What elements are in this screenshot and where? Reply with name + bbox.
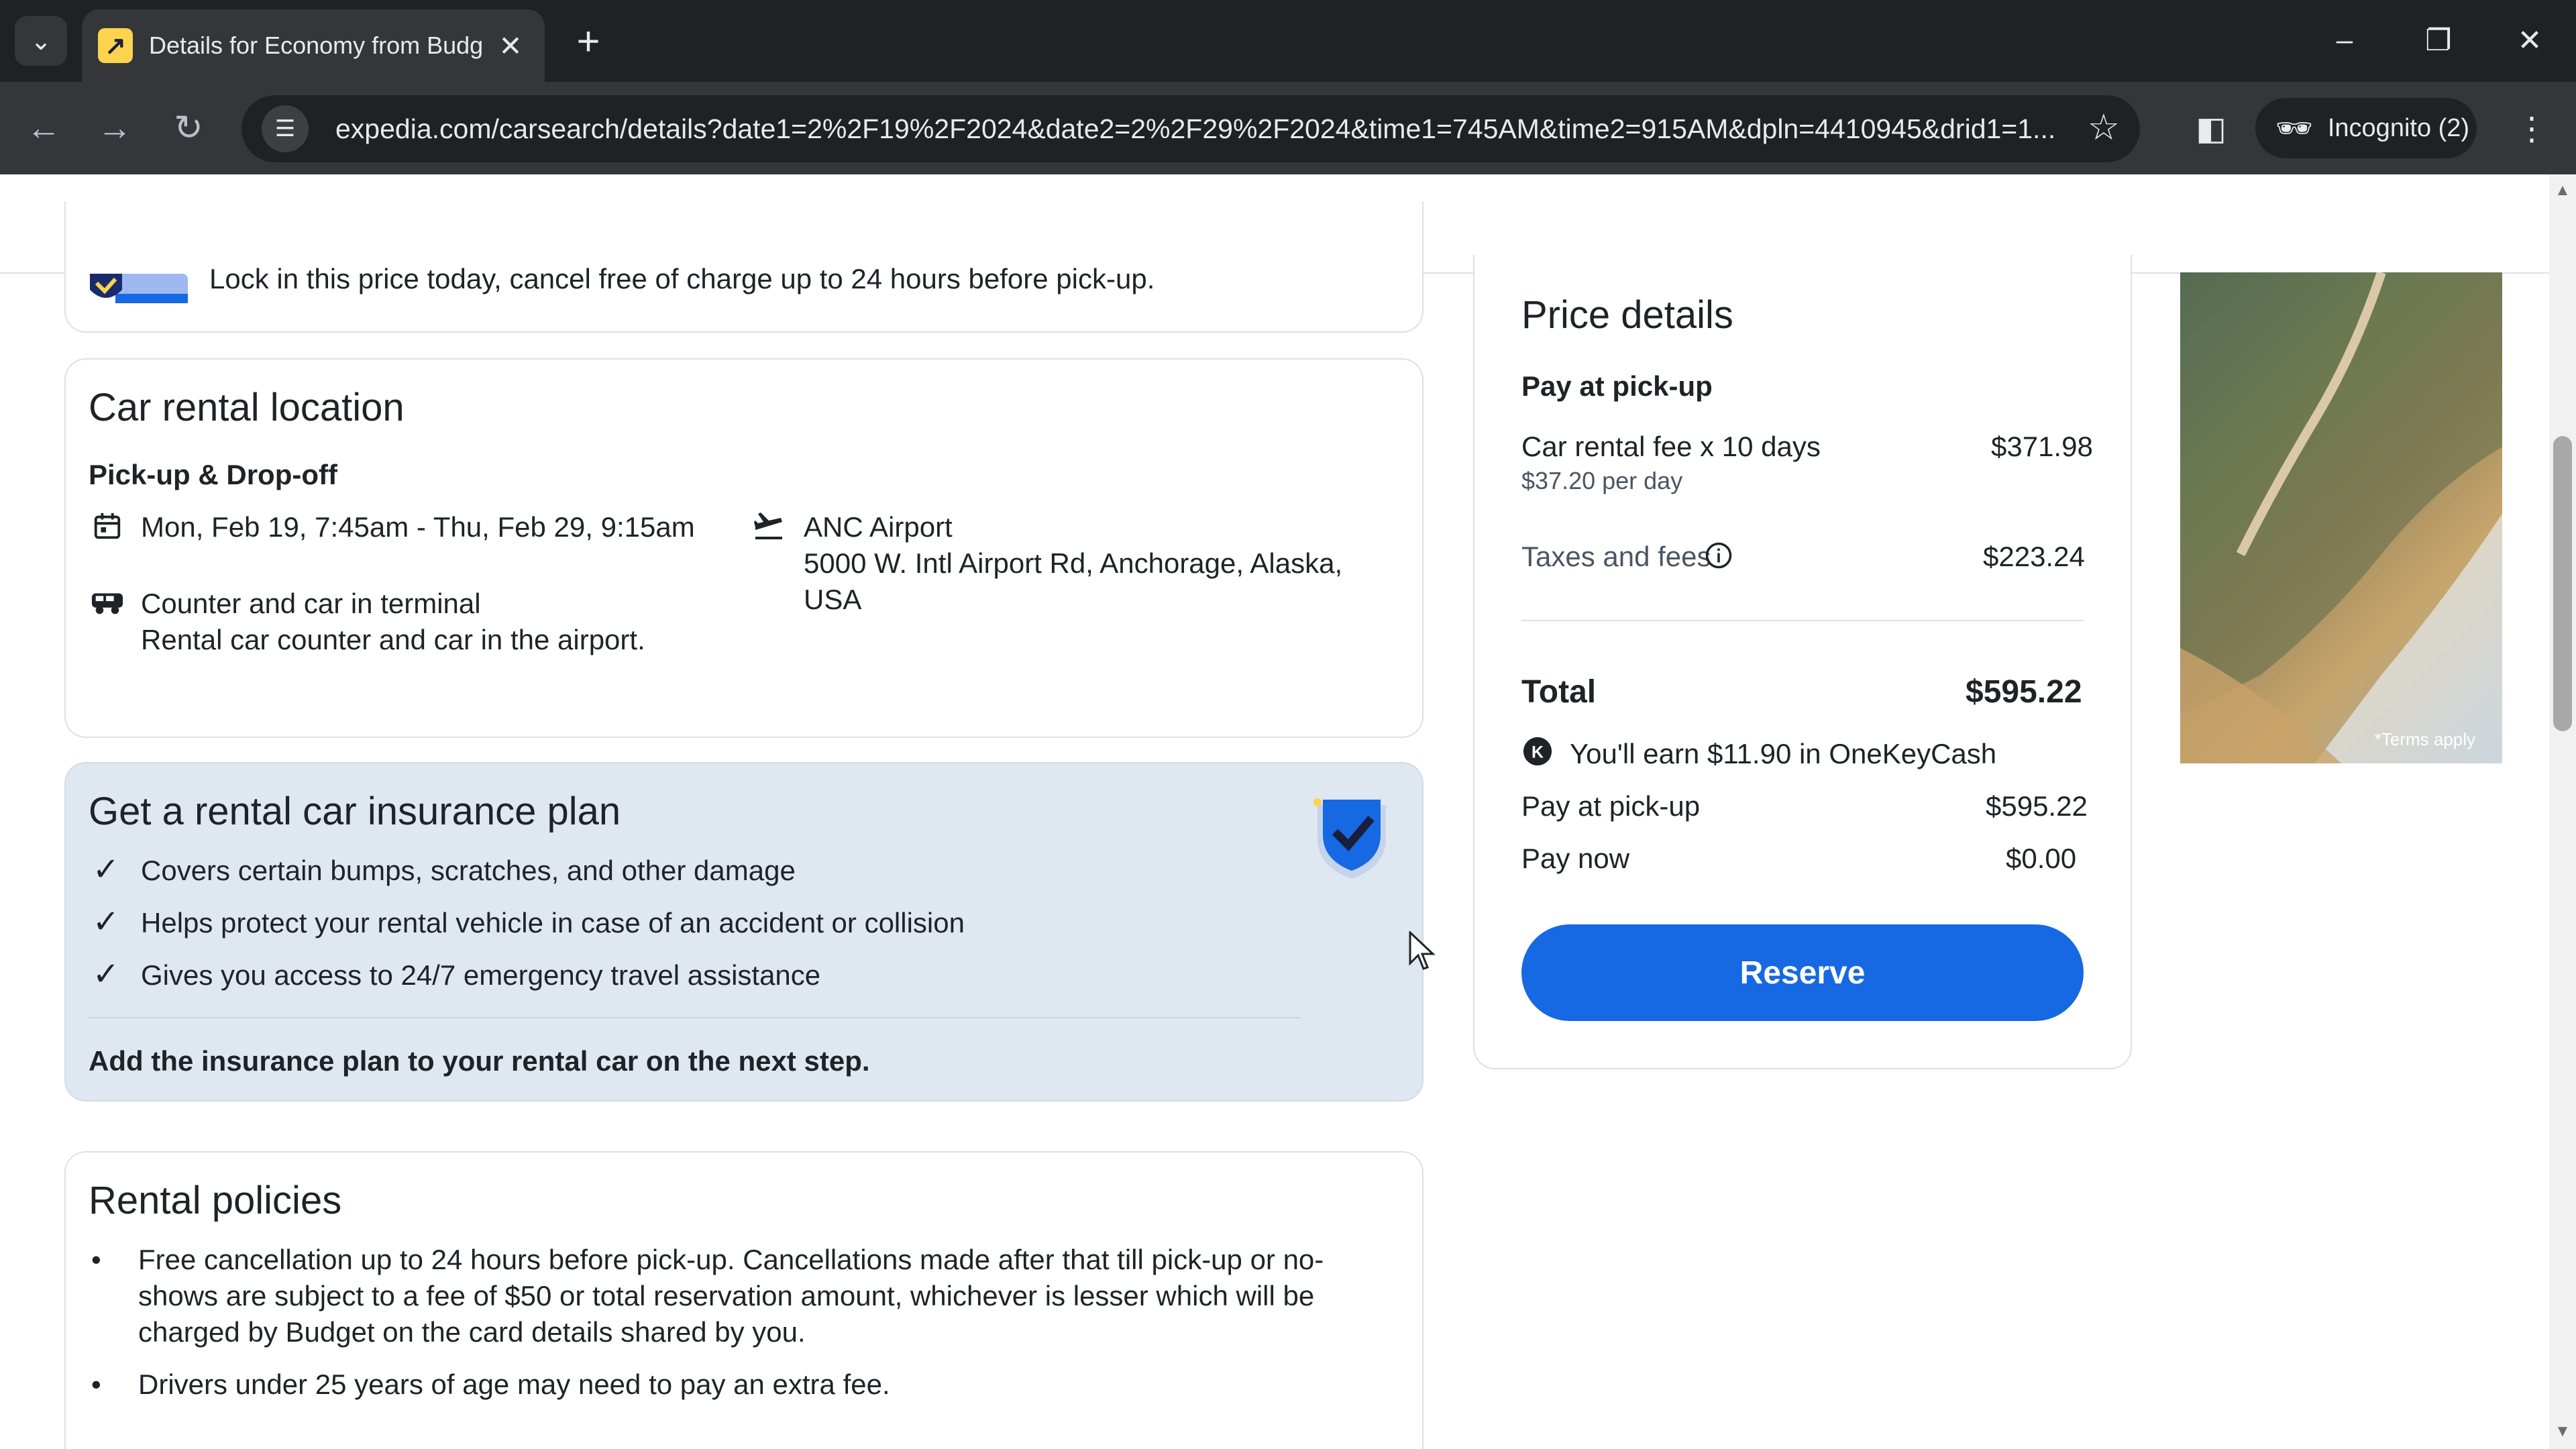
close-window-icon[interactable]: ✕ <box>2493 13 2567 67</box>
pickup-dropoff-label: Pick-up & Drop-off <box>89 459 337 490</box>
airport-name: ANC Airport <box>804 511 953 543</box>
browser-tabstrip: ⌄ ↗ Details for Economy from Budg ✕ + – … <box>0 0 2576 82</box>
minimize-icon[interactable]: – <box>2308 13 2381 67</box>
policy-line: Drivers under 25 years of age may need t… <box>138 1368 890 1400</box>
mouse-cursor-icon <box>1409 930 1436 971</box>
counter-description: Rental car counter and car in the airpor… <box>141 624 645 655</box>
incognito-icon: 🕶 <box>2275 112 2313 145</box>
policy-line: Free cancellation up to 24 hours before … <box>138 1244 1324 1275</box>
policy-line: shows are subject to a fee of $50 or tot… <box>138 1280 1315 1311</box>
per-day-price: $37.20 per day <box>1521 467 1683 494</box>
shield-card-icon <box>89 274 188 306</box>
car-rental-fee-label: Car rental fee x 10 days <box>1521 431 1821 462</box>
insurance-benefit: Covers certain bumps, scratches, and oth… <box>141 855 796 886</box>
pay-at-pickup-heading: Pay at pick-up <box>1521 370 1713 402</box>
forward-arrow-icon[interactable]: → <box>86 99 144 157</box>
pay-now-value: $0.00 <box>2006 843 2077 874</box>
check-icon: ✓ <box>92 904 120 940</box>
policy-line: charged by Budget on the card details sh… <box>138 1316 806 1348</box>
restore-window-icon[interactable]: ❐ <box>2402 13 2475 67</box>
bullet: • <box>91 1244 101 1275</box>
insurance-benefit: Helps protect your rental vehicle in cas… <box>141 907 965 938</box>
tab-search-chevron-icon[interactable]: ⌄ <box>15 16 67 66</box>
scroll-up-arrow-icon[interactable]: ▲ <box>2553 181 2572 200</box>
location-title: Car rental location <box>89 386 405 429</box>
svg-text:K: K <box>1532 743 1544 762</box>
browser-tab[interactable]: ↗ Details for Economy from Budg ✕ <box>82 9 545 82</box>
side-panel-icon[interactable]: ◧ <box>2184 102 2238 156</box>
incognito-label: Incognito (2) <box>2327 113 2470 142</box>
pay-at-pickup-value: $595.22 <box>1986 790 2088 822</box>
back-arrow-icon[interactable]: ← <box>15 99 72 157</box>
pay-now-label: Pay now <box>1521 843 1630 874</box>
ad-terms-text: *Terms apply <box>2374 729 2475 749</box>
airport-address-line2: USA <box>804 584 862 615</box>
car-rental-fee-value: $371.98 <box>1991 431 2093 462</box>
address-bar[interactable]: ☰ expedia.com/carsearch/details?date1=2%… <box>241 95 2140 162</box>
banner-text: Lock in this price today, cancel free of… <box>209 263 1155 294</box>
reload-icon[interactable]: ↻ <box>160 99 217 157</box>
info-icon[interactable] <box>1703 539 1735 572</box>
onekey-cash-text: You'll earn $11.90 in OneKeyCash <box>1570 738 1997 769</box>
airplane-icon <box>750 507 788 545</box>
insurance-title: Get a rental car insurance plan <box>89 790 621 833</box>
calendar-icon <box>89 507 126 545</box>
bookmark-star-icon[interactable]: ☆ <box>2088 106 2120 148</box>
total-label: Total <box>1521 674 1597 710</box>
counter-title: Counter and car in terminal <box>141 588 481 619</box>
new-tab-plus-icon[interactable]: + <box>564 16 613 66</box>
shuttle-car-icon <box>89 584 126 621</box>
insurance-footer: Add the insurance plan to your rental ca… <box>89 1045 870 1077</box>
onekey-cash-icon: K <box>1521 735 1554 767</box>
incognito-button[interactable]: 🕶 Incognito (2) <box>2255 98 2477 158</box>
page-scrollbar[interactable] <box>2549 174 2576 1449</box>
url-text[interactable]: expedia.com/carsearch/details?date1=2%2F… <box>335 113 2093 145</box>
policies-title: Rental policies <box>89 1179 342 1222</box>
scrollbar-thumb[interactable] <box>2553 436 2572 731</box>
browser-toolbar: ← → ↻ ☰ expedia.com/carsearch/details?da… <box>0 82 2576 174</box>
expedia-favicon-icon: ↗ <box>98 28 133 63</box>
insurance-shield-icon <box>1308 792 1395 883</box>
taxes-fees-value: $223.24 <box>1983 541 2085 572</box>
pay-at-pickup-label: Pay at pick-up <box>1521 790 1701 822</box>
rental-dates: Mon, Feb 19, 7:45am - Thu, Feb 29, 9:15a… <box>141 511 695 543</box>
price-details-title: Price details <box>1521 293 1733 337</box>
scroll-down-arrow-icon[interactable]: ▼ <box>2553 1422 2572 1441</box>
close-tab-icon[interactable]: ✕ <box>492 30 529 62</box>
insurance-divider <box>89 1017 1300 1018</box>
bullet: • <box>91 1368 101 1400</box>
reserve-button[interactable]: Reserve <box>1521 924 2084 1021</box>
insurance-benefit: Gives you access to 24/7 emergency trave… <box>141 959 821 991</box>
tab-title: Details for Economy from Budg <box>149 32 484 59</box>
check-icon: ✓ <box>92 852 120 888</box>
check-icon: ✓ <box>92 957 120 992</box>
site-info-icon[interactable]: ☰ <box>262 105 309 152</box>
total-value: $595.22 <box>1966 674 2082 710</box>
advertisement-image[interactable]: *Terms apply <box>2180 272 2502 763</box>
price-divider <box>1521 620 2084 621</box>
airport-address-line1: 5000 W. Intl Airport Rd, Anchorage, Alas… <box>804 547 1343 579</box>
browser-menu-icon[interactable]: ⋮ <box>2505 102 2559 156</box>
taxes-fees-label: Taxes and fees <box>1521 541 1711 572</box>
